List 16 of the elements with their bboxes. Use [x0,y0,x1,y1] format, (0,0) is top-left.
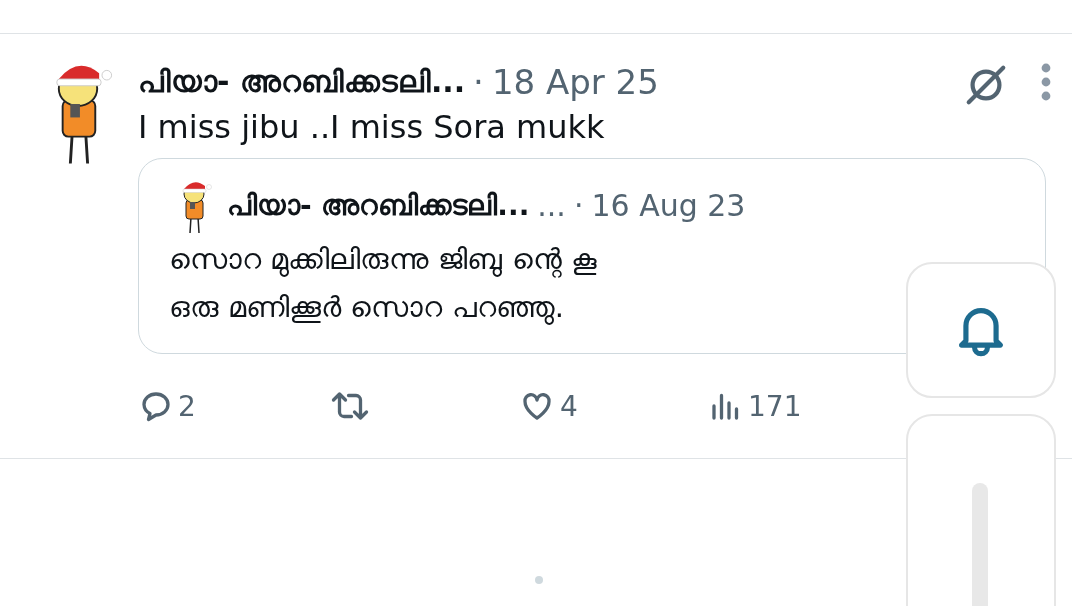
action-count: 4 [560,389,578,423]
quoted-author-name: പിയാ- അറബിക്കടലി... [227,188,530,223]
separator: · [473,62,484,102]
post-time[interactable]: 18 Apr 25 [491,62,659,102]
post-text: I miss jibu ..I miss Sora mukk [138,108,606,146]
page-dot [535,576,543,584]
separator: · [573,188,584,224]
action-count: 171 [748,389,802,423]
quoted-handle: ... [537,188,566,224]
action-count: 2 [178,389,196,423]
author-name[interactable]: പിയാ- അറബിക്കടലി... [138,64,466,100]
quoted-text-line: സൊറ മുക്കിലിരുന്നു ജിബു ന്റെ കൂ [169,240,597,280]
floating-panel[interactable] [906,262,1056,398]
more-icon[interactable] [1040,62,1052,102]
quoted-post-time: 16 Aug 23 [591,188,746,224]
quoted-text-line: ഒരു മണിക്കൂർ സൊറ പറഞ്ഞു. [169,288,564,327]
